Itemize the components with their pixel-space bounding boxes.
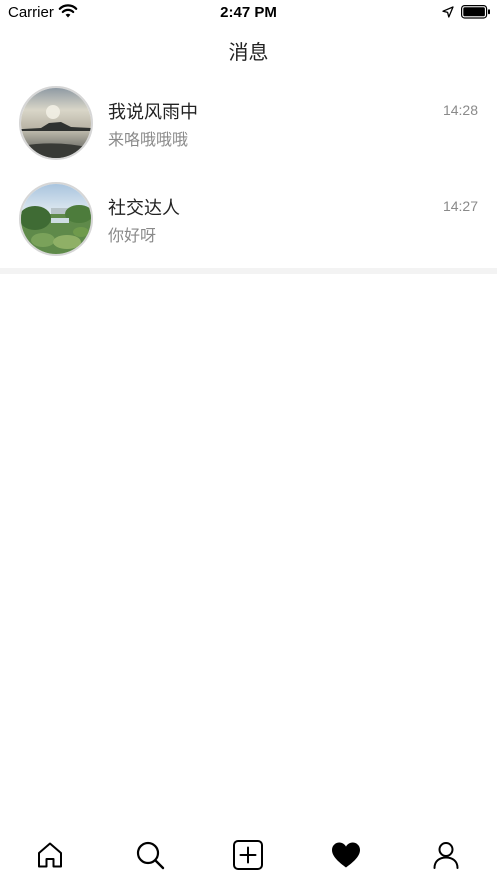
tab-search[interactable] [133, 838, 167, 872]
message-preview: 你好呀 [108, 226, 157, 245]
tab-profile[interactable] [429, 838, 463, 872]
home-icon [38, 842, 62, 868]
conversation-row[interactable]: 我说风雨中 来咯哦哦哦 14:28 [0, 76, 497, 172]
status-time: 2:47 PM [220, 4, 277, 21]
avatar[interactable] [19, 86, 93, 160]
message-time: 14:27 [442, 198, 478, 214]
profile-icon [433, 842, 459, 869]
garden-photo [21, 184, 91, 254]
tab-add[interactable] [231, 838, 265, 872]
section-divider [0, 268, 497, 274]
page-title: 消息 [228, 40, 269, 64]
sunset-lake-photo [21, 88, 91, 158]
location-arrow-icon [442, 5, 454, 22]
avatar[interactable] [19, 182, 93, 256]
heart-icon [332, 842, 360, 868]
contact-name: 我说风雨中 [108, 102, 198, 123]
tab-bar [0, 828, 497, 883]
add-icon [233, 840, 263, 870]
tab-activity[interactable] [329, 838, 363, 872]
battery-icon [461, 5, 491, 23]
search-icon [136, 841, 165, 870]
status-bar: Carrier 2:47 PM [0, 0, 497, 24]
message-time: 14:28 [442, 102, 478, 118]
tab-home[interactable] [33, 838, 67, 872]
message-preview: 来咯哦哦哦 [108, 130, 189, 149]
conversation-row[interactable]: 社交达人 你好呀 14:27 [0, 172, 497, 268]
conversation-list: 我说风雨中 来咯哦哦哦 14:28 社交达人 你好呀 14:27 [0, 76, 497, 268]
contact-name: 社交达人 [108, 198, 180, 219]
